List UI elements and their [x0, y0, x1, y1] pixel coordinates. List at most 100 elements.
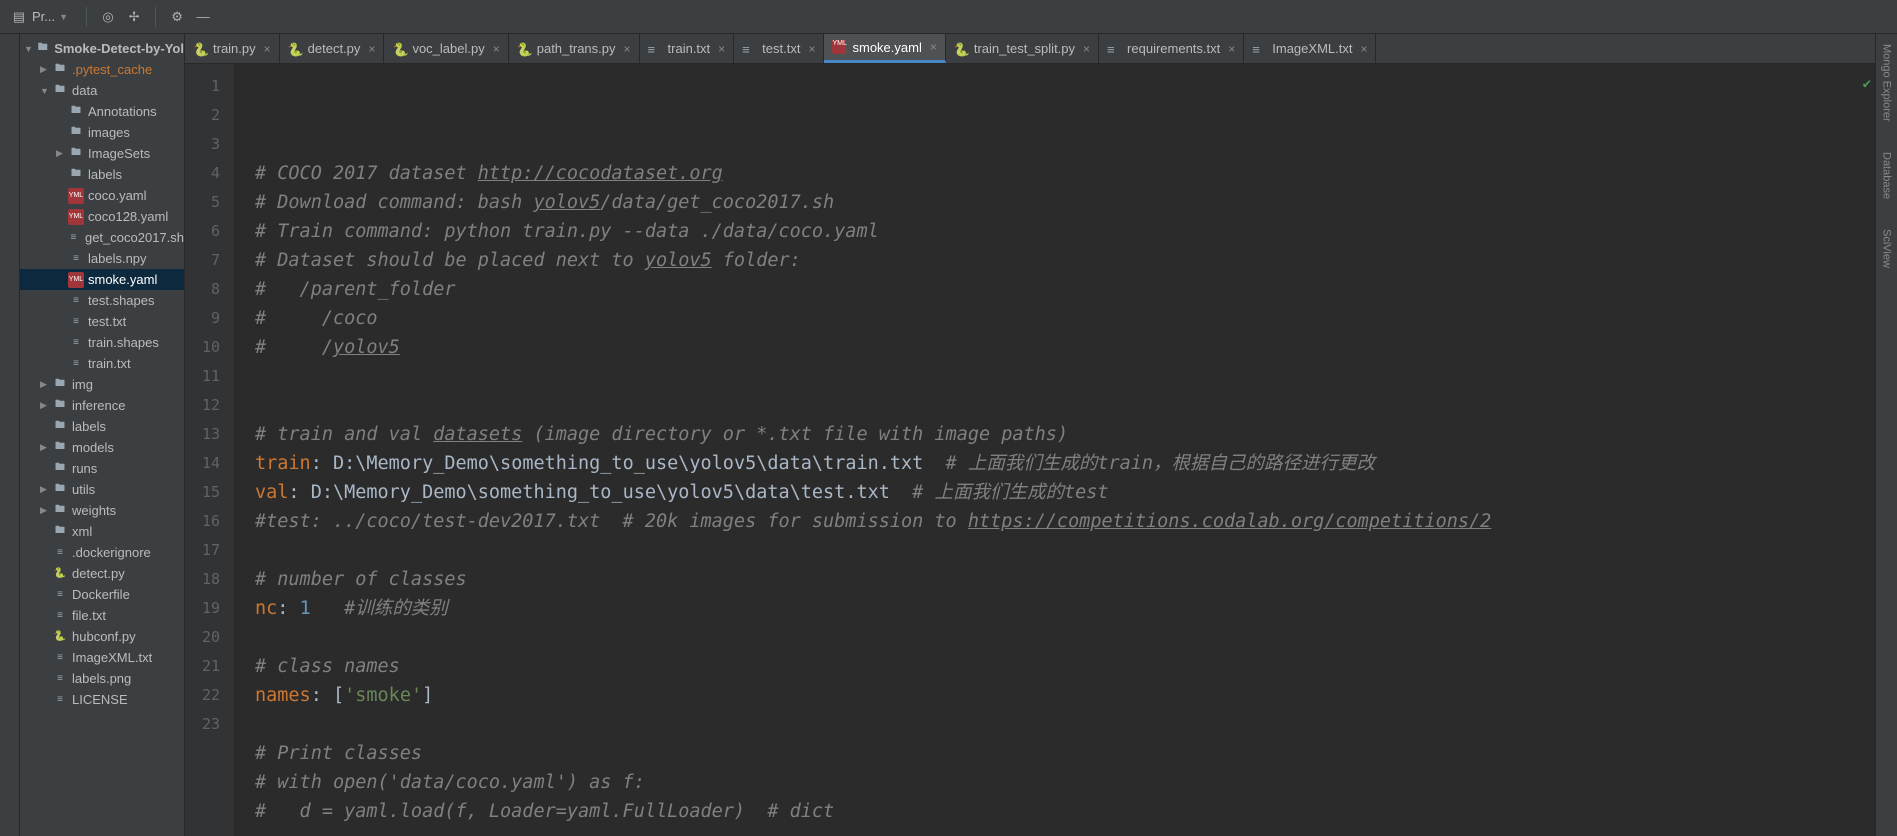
- tree-arrow-icon[interactable]: ▶: [40, 484, 52, 495]
- tree-item-Dockerfile[interactable]: ≡Dockerfile: [20, 584, 184, 605]
- project-tree[interactable]: ▼🖿Smoke-Detect-by-Yol▶🖿.pytest_cache▼🖿da…: [20, 34, 185, 836]
- tree-arrow-icon[interactable]: ▶: [40, 64, 52, 75]
- tree-arrow-icon[interactable]: ▶: [40, 442, 52, 453]
- tree-item-inference[interactable]: ▶🖿inference: [20, 395, 184, 416]
- tab-train_test_split-py[interactable]: 🐍train_test_split.py×: [946, 34, 1099, 63]
- line-number: 18: [185, 565, 234, 594]
- tree-arrow-icon[interactable]: ▼: [24, 44, 35, 54]
- tree-item-labels-npy[interactable]: ≡labels.npy: [20, 248, 184, 269]
- code-line[interactable]: [255, 623, 1875, 652]
- code-line[interactable]: # number of classes: [255, 565, 1875, 594]
- close-icon[interactable]: ×: [368, 42, 375, 56]
- tree-item-coco-yaml[interactable]: YMLcoco.yaml: [20, 185, 184, 206]
- tab-test-txt[interactable]: ≡test.txt×: [734, 34, 824, 63]
- tree-arrow-icon[interactable]: ▶: [40, 379, 52, 390]
- tree-item-ImageXML-txt[interactable]: ≡ImageXML.txt: [20, 647, 184, 668]
- code-line[interactable]: val: D:\Memory_Demo\something_to_use\yol…: [255, 478, 1875, 507]
- tab-train-txt[interactable]: ≡train.txt×: [640, 34, 735, 63]
- close-icon[interactable]: ×: [930, 40, 937, 54]
- line-number: 11: [185, 362, 234, 391]
- tree-arrow-icon[interactable]: ▶: [40, 400, 52, 411]
- tree-item-xml[interactable]: 🖿xml: [20, 521, 184, 542]
- tab-path_trans-py[interactable]: 🐍path_trans.py×: [509, 34, 640, 63]
- target-icon[interactable]: ◎: [99, 8, 117, 26]
- tree-item-LICENSE[interactable]: ≡LICENSE: [20, 689, 184, 710]
- tree-item-labels[interactable]: 🖿labels: [20, 416, 184, 437]
- tree-item-utils[interactable]: ▶🖿utils: [20, 479, 184, 500]
- code-line[interactable]: # /yolov5: [255, 333, 1875, 362]
- code-line[interactable]: # train and val datasets (image director…: [255, 420, 1875, 449]
- gear-icon[interactable]: ⚙: [168, 8, 186, 26]
- code-line[interactable]: # with open('data/coco.yaml') as f:: [255, 768, 1875, 797]
- tree-item-train-txt[interactable]: ≡train.txt: [20, 353, 184, 374]
- txt-icon: ≡: [52, 650, 68, 666]
- database-tab[interactable]: Database: [1881, 152, 1893, 199]
- tree-item-detect-py[interactable]: 🐍detect.py: [20, 563, 184, 584]
- tree-item-label: train.txt: [88, 356, 131, 371]
- code-line[interactable]: # d = yaml.load(f, Loader=yaml.FullLoade…: [255, 797, 1875, 826]
- code-line[interactable]: # class names: [255, 652, 1875, 681]
- code-line[interactable]: # Print classes: [255, 739, 1875, 768]
- tree-item-models[interactable]: ▶🖿models: [20, 437, 184, 458]
- code-editor[interactable]: ✔ # COCO 2017 dataset http://cocodataset…: [235, 64, 1875, 836]
- tab-voc_label-py[interactable]: 🐍voc_label.py×: [384, 34, 508, 63]
- npy-icon: ≡: [68, 251, 84, 267]
- code-line[interactable]: [255, 362, 1875, 391]
- tree-item-test-txt[interactable]: ≡test.txt: [20, 311, 184, 332]
- tree-item-hubconf-py[interactable]: 🐍hubconf.py: [20, 626, 184, 647]
- project-selector[interactable]: ▤ Pr... ▼: [4, 6, 74, 28]
- code-line[interactable]: nc: 1 #训练的类别: [255, 594, 1875, 623]
- close-icon[interactable]: ×: [624, 42, 631, 56]
- code-line[interactable]: names: ['smoke']: [255, 681, 1875, 710]
- tab-train-py[interactable]: 🐍train.py×: [185, 34, 280, 63]
- tree-item-labels[interactable]: 🖿labels: [20, 164, 184, 185]
- tab-ImageXML-txt[interactable]: ≡ImageXML.txt×: [1244, 34, 1376, 63]
- code-line[interactable]: [255, 710, 1875, 739]
- close-icon[interactable]: ×: [1360, 42, 1367, 56]
- tree-item-test-shapes[interactable]: ≡test.shapes: [20, 290, 184, 311]
- code-line[interactable]: # Download command: bash yolov5/data/get…: [255, 188, 1875, 217]
- close-icon[interactable]: ×: [264, 42, 271, 56]
- code-line[interactable]: # /parent_folder: [255, 275, 1875, 304]
- tree-item-Smoke-Detect-by-Yol[interactable]: ▼🖿Smoke-Detect-by-Yol: [20, 38, 184, 59]
- close-icon[interactable]: ×: [718, 42, 725, 56]
- tree-item-get_coco2017-sh[interactable]: ≡get_coco2017.sh: [20, 227, 184, 248]
- tree-item-train-shapes[interactable]: ≡train.shapes: [20, 332, 184, 353]
- collapse-icon[interactable]: —: [194, 8, 212, 26]
- code-line[interactable]: # /coco: [255, 304, 1875, 333]
- line-number: 5: [185, 188, 234, 217]
- sciview-tab[interactable]: SciView: [1881, 229, 1893, 268]
- tree-item-runs[interactable]: 🖿runs: [20, 458, 184, 479]
- tree-arrow-icon[interactable]: ▶: [56, 148, 68, 159]
- tree-item-data[interactable]: ▼🖿data: [20, 80, 184, 101]
- close-icon[interactable]: ×: [808, 42, 815, 56]
- code-line[interactable]: #test: ../coco/test-dev2017.txt # 20k im…: [255, 507, 1875, 536]
- code-line[interactable]: [255, 536, 1875, 565]
- close-icon[interactable]: ×: [493, 42, 500, 56]
- tree-item-file-txt[interactable]: ≡file.txt: [20, 605, 184, 626]
- tree-item-images[interactable]: 🖿images: [20, 122, 184, 143]
- tree-item-Annotations[interactable]: 🖿Annotations: [20, 101, 184, 122]
- tab-smoke-yaml[interactable]: YMLsmoke.yaml×: [824, 34, 945, 63]
- tab-detect-py[interactable]: 🐍detect.py×: [280, 34, 385, 63]
- tree-arrow-icon[interactable]: ▶: [40, 505, 52, 516]
- expand-icon[interactable]: ✢: [125, 8, 143, 26]
- tree-item-weights[interactable]: ▶🖿weights: [20, 500, 184, 521]
- code-line[interactable]: # COCO 2017 dataset http://cocodataset.o…: [255, 159, 1875, 188]
- tree-item-labels-png[interactable]: ≡labels.png: [20, 668, 184, 689]
- close-icon[interactable]: ×: [1228, 42, 1235, 56]
- tree-item-img[interactable]: ▶🖿img: [20, 374, 184, 395]
- code-line[interactable]: # Train command: python train.py --data …: [255, 217, 1875, 246]
- tree-item-ImageSets[interactable]: ▶🖿ImageSets: [20, 143, 184, 164]
- tree-item-coco128-yaml[interactable]: YMLcoco128.yaml: [20, 206, 184, 227]
- tree-item--dockerignore[interactable]: ≡.dockerignore: [20, 542, 184, 563]
- tree-item--pytest_cache[interactable]: ▶🖿.pytest_cache: [20, 59, 184, 80]
- code-line[interactable]: train: D:\Memory_Demo\something_to_use\y…: [255, 449, 1875, 478]
- tree-arrow-icon[interactable]: ▼: [40, 86, 52, 96]
- code-line[interactable]: # Dataset should be placed next to yolov…: [255, 246, 1875, 275]
- code-line[interactable]: [255, 391, 1875, 420]
- mongo-explorer-tab[interactable]: Mongo Explorer: [1881, 44, 1893, 122]
- tab-requirements-txt[interactable]: ≡requirements.txt×: [1099, 34, 1244, 63]
- tree-item-smoke-yaml[interactable]: YMLsmoke.yaml: [20, 269, 184, 290]
- close-icon[interactable]: ×: [1083, 42, 1090, 56]
